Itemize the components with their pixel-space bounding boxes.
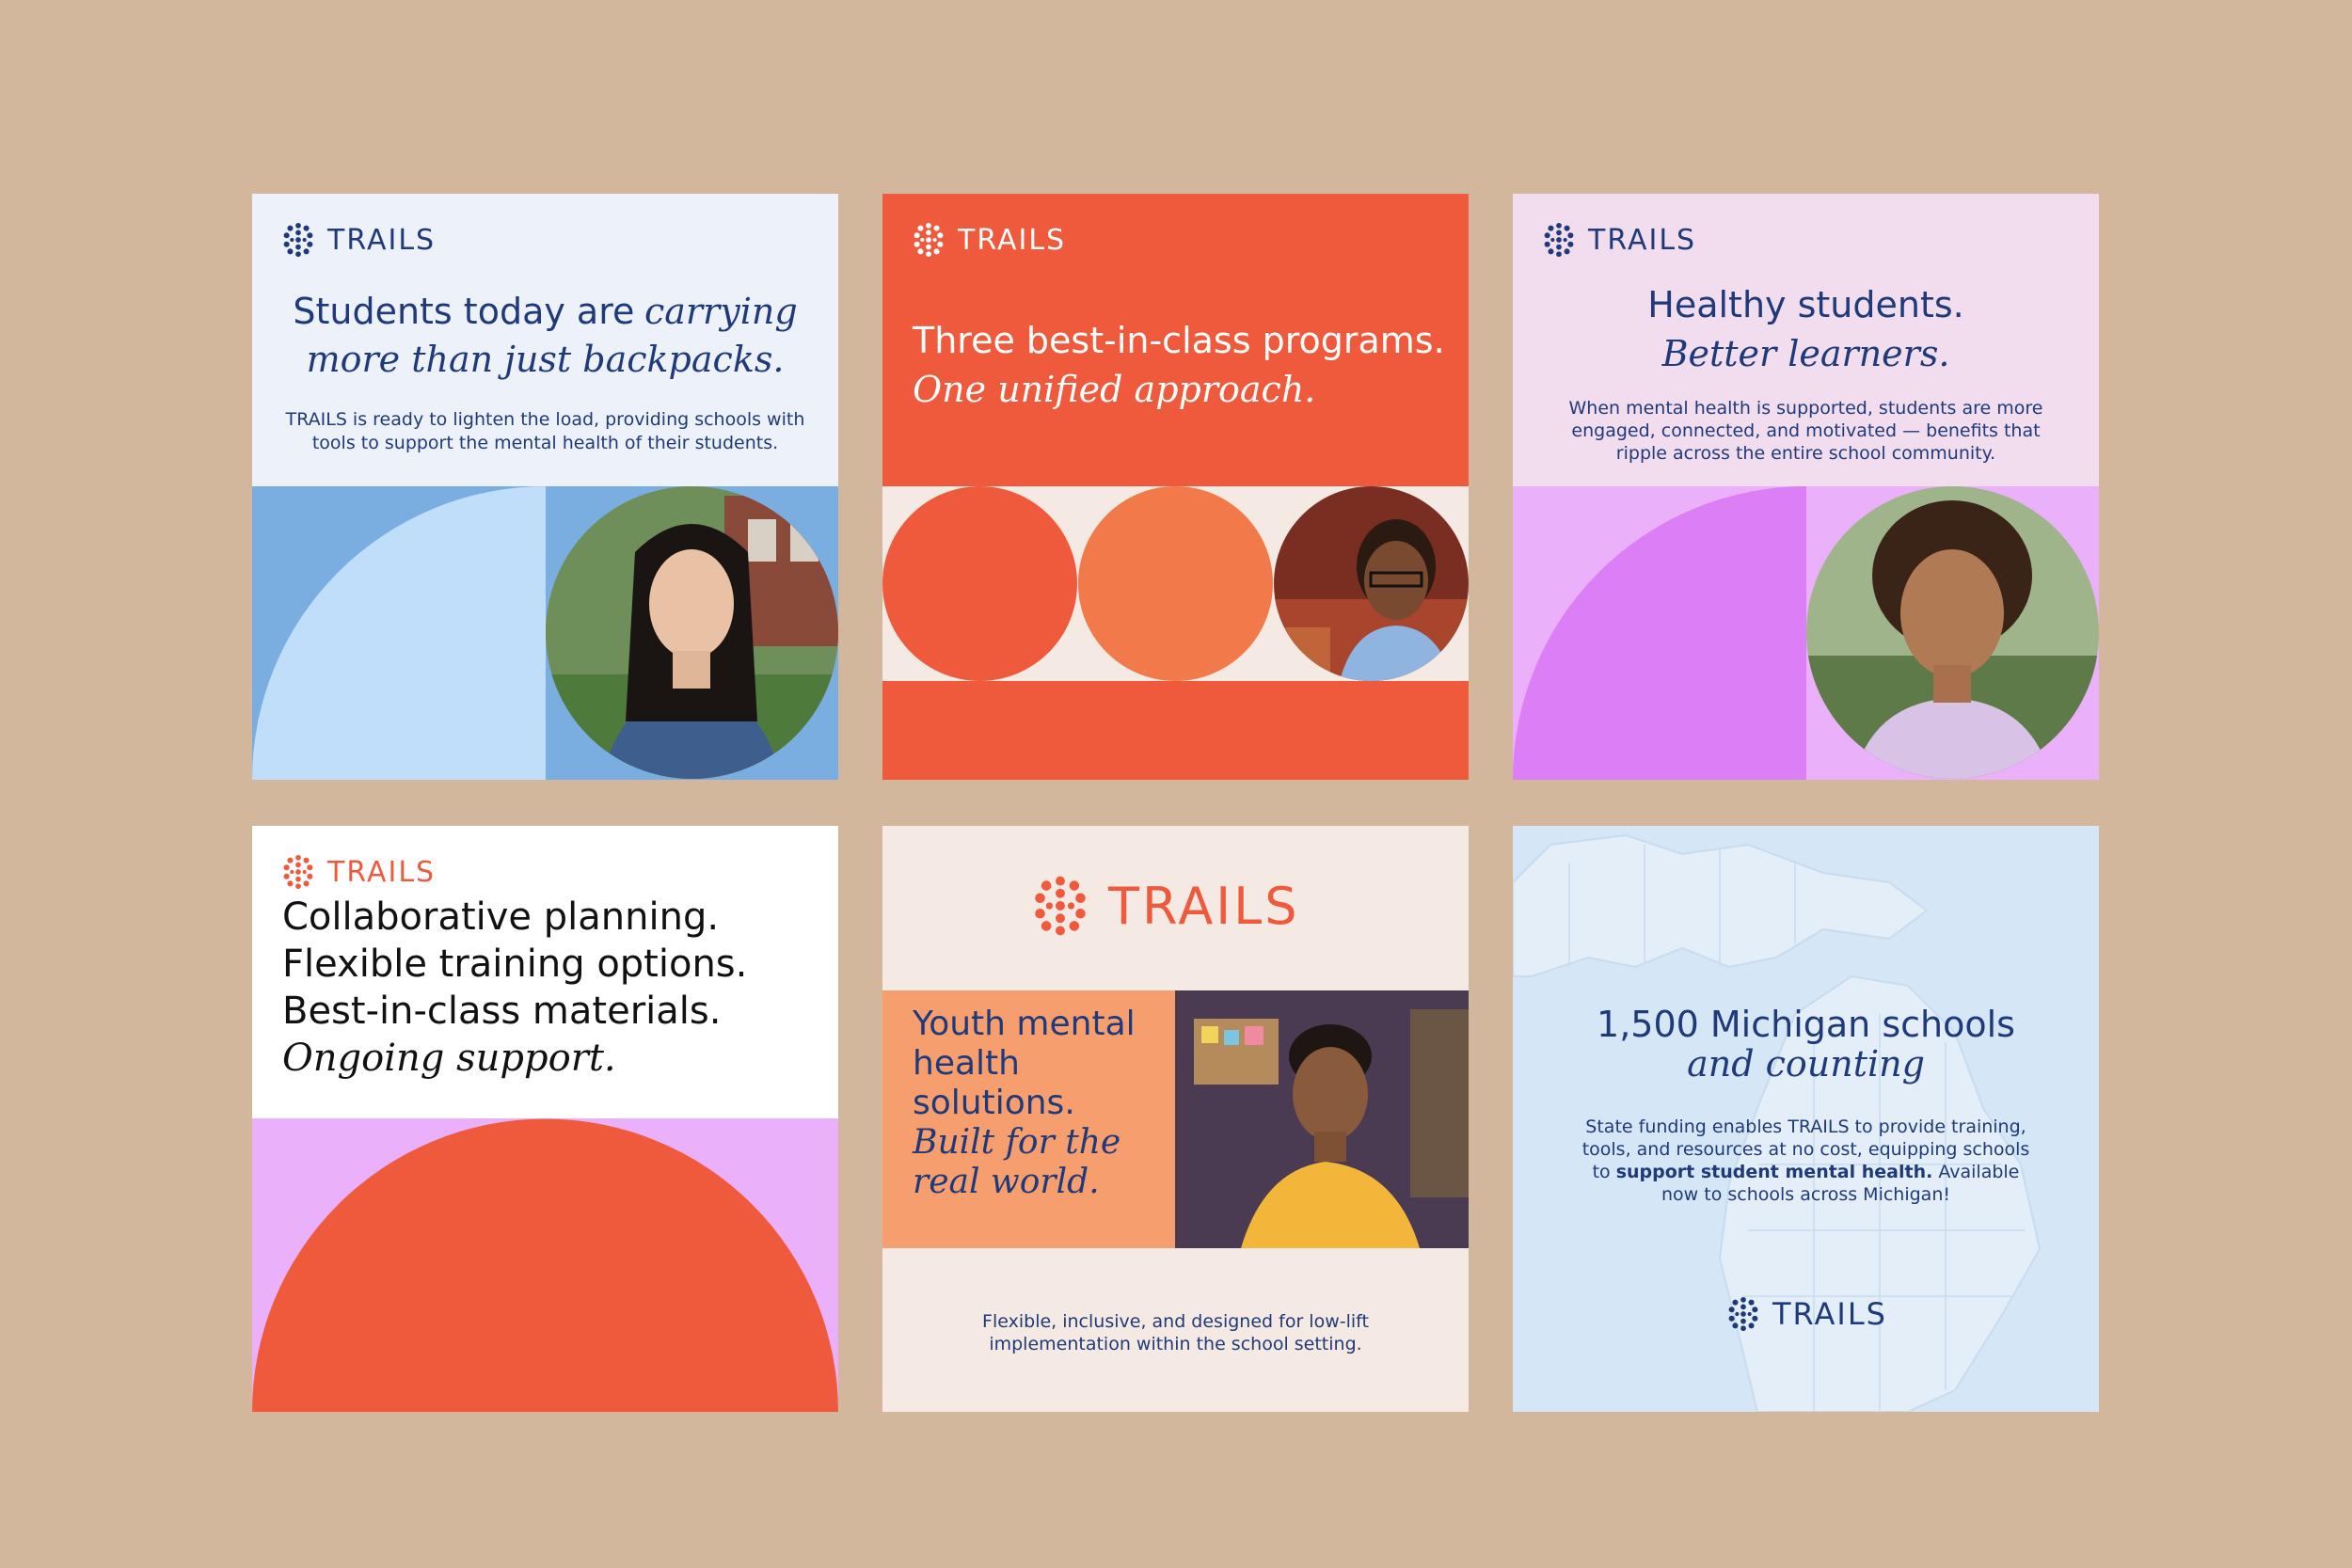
- trails-brain-icon: [1035, 876, 1086, 936]
- headline-plain: Students today are: [293, 291, 635, 332]
- trails-brain-icon: [1728, 1296, 1758, 1332]
- headline: Three best-in-class programs. One unifie…: [913, 316, 1450, 414]
- headline-italic-2: more than just backpacks.: [306, 339, 785, 380]
- card-students-backpacks: TRAILS Students today are carrying more …: [252, 194, 838, 780]
- headline-italic: and counting: [1687, 1043, 1925, 1085]
- body-text: TRAILS is ready to lighten the load, pro…: [285, 409, 805, 453]
- headline-italic: Better learners.: [1661, 333, 1950, 374]
- logo-wordmark: TRAILS: [1108, 876, 1300, 936]
- body-text: Flexible, inclusive, and designed for lo…: [982, 1311, 1369, 1354]
- trails-logo: TRAILS: [911, 222, 1066, 258]
- body-text: State funding enables TRAILS to provide …: [1574, 1116, 2038, 1206]
- body-text: When mental health is supported, student…: [1568, 398, 2043, 464]
- student-portrait-photo: [546, 486, 838, 779]
- feature-line: Flexible training options.: [282, 942, 748, 986]
- headline: Youth mental health solutions. Built for…: [913, 1005, 1167, 1202]
- headline-plain: Youth mental health solutions.: [913, 1005, 1136, 1122]
- graphic-panel: [252, 1118, 838, 1412]
- trails-brain-icon: [283, 854, 313, 890]
- student-portrait-photo: [1274, 486, 1469, 681]
- headline-plain: Three best-in-class programs.: [913, 320, 1445, 361]
- trails-brain-icon: [283, 222, 313, 258]
- headline-italic: Built for the real world.: [913, 1123, 1121, 1201]
- orange-circle: [1078, 486, 1273, 681]
- logo-wordmark: TRAILS: [1772, 1296, 1887, 1332]
- headline: 1,500 Michigan schools and counting: [1532, 1005, 2080, 1084]
- logo-wordmark: TRAILS: [327, 855, 437, 889]
- trails-logo: TRAILS: [280, 222, 436, 258]
- card-michigan-schools: 1,500 Michigan schools and counting Stat…: [1513, 826, 2099, 1412]
- headline-italic: carrying: [644, 291, 798, 332]
- headline-plain: Healthy students.: [1647, 284, 1964, 325]
- feature-line-italic: Ongoing support.: [282, 1037, 616, 1080]
- headline: Students today are carrying more than ju…: [271, 288, 819, 384]
- card-collaborative-planning: TRAILS Collaborative planning. Flexible …: [252, 826, 838, 1412]
- logo-wordmark: TRAILS: [1588, 223, 1697, 257]
- student-portrait-photo: [1806, 486, 2099, 779]
- feature-list: Collaborative planning. Flexible trainin…: [282, 894, 829, 1082]
- feature-line: Best-in-class materials.: [282, 990, 722, 1033]
- trails-logo: TRAILS: [1541, 222, 1696, 258]
- trails-logo: TRAILS: [1725, 1296, 1887, 1332]
- trails-logo: TRAILS: [1029, 875, 1300, 937]
- headline-italic: One unified approach.: [913, 369, 1316, 410]
- card-youth-solutions: TRAILS Youth mental health solutions. Bu…: [882, 826, 1469, 1412]
- feature-line: Collaborative planning.: [282, 895, 720, 939]
- body-text-bold: support student mental health.: [1615, 1162, 1933, 1182]
- card-three-programs: TRAILS Three best-in-class programs. One…: [882, 194, 1469, 780]
- coral-circle: [882, 486, 1077, 681]
- headline: Healthy students. Better learners.: [1532, 280, 2080, 378]
- logo-wordmark: TRAILS: [327, 223, 437, 257]
- logo-wordmark: TRAILS: [958, 223, 1067, 257]
- card-healthy-students: TRAILS Healthy students. Better learners…: [1513, 194, 2099, 780]
- headline-plain: 1,500 Michigan schools: [1597, 1004, 2015, 1045]
- trails-brain-icon: [1544, 222, 1574, 258]
- trails-logo: TRAILS: [280, 854, 436, 890]
- educator-portrait-photo: [1175, 990, 1469, 1248]
- trails-brain-icon: [914, 222, 944, 258]
